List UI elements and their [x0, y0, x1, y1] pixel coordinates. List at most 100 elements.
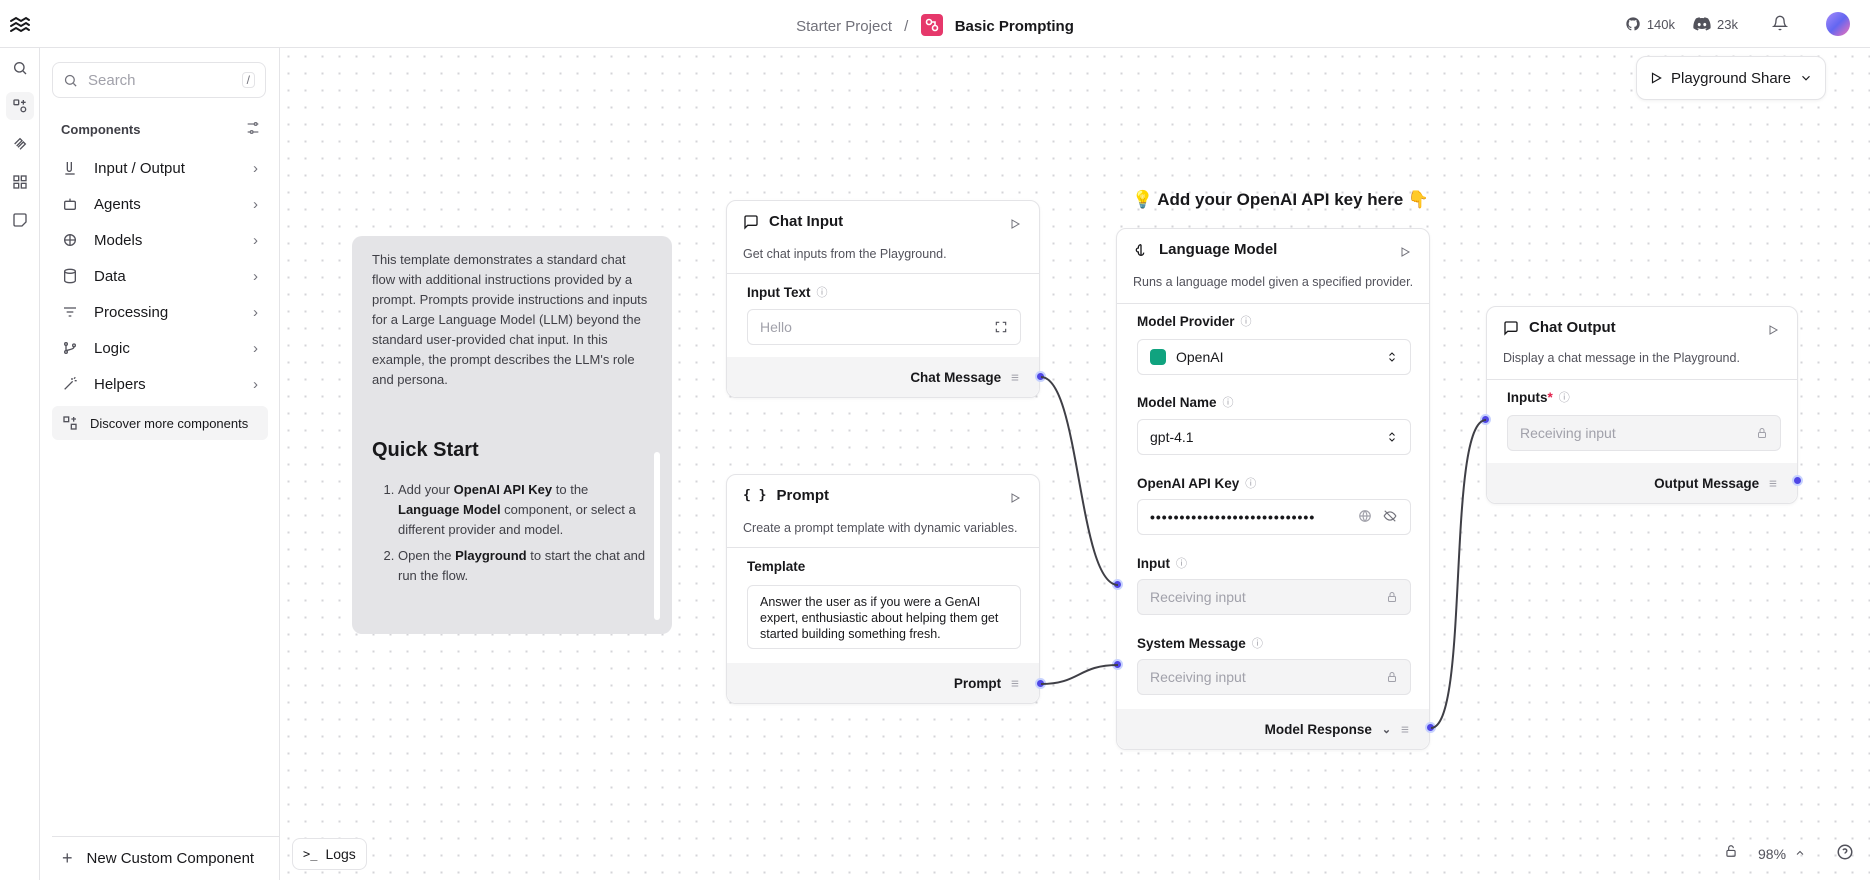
run-node-play-icon[interactable]: [1009, 491, 1021, 509]
discord-count: 23k: [1717, 16, 1738, 32]
output-label: Output Message: [1654, 475, 1760, 491]
node-title: Chat Input: [769, 213, 844, 230]
eye-off-icon[interactable]: [1382, 509, 1398, 526]
category-label: Agents: [94, 195, 141, 213]
header-actions: 140k 23k: [1625, 12, 1850, 36]
inputs-field: Receiving input: [1507, 415, 1781, 451]
lock-icon[interactable]: [1724, 843, 1738, 864]
discover-more-button[interactable]: Discover more components: [52, 406, 268, 440]
lm-input-handle[interactable]: [1112, 579, 1123, 590]
inputs-label: Inputs * ⓘ: [1507, 389, 1570, 405]
model-name-select[interactable]: gpt-4.1: [1137, 419, 1411, 455]
output-label: Chat Message: [910, 369, 1002, 385]
rail-mcp-icon[interactable]: [6, 130, 34, 158]
run-node-play-icon[interactable]: [1767, 323, 1779, 341]
chevron-down-icon[interactable]: ⌄: [1382, 723, 1391, 736]
play-icon: [1651, 72, 1662, 84]
brain-icon: [62, 232, 82, 248]
logs-button[interactable]: >_ Logs: [292, 838, 367, 870]
sticky-note[interactable]: This template demonstrates a standard ch…: [352, 236, 672, 634]
api-key-input[interactable]: ••••••••••••••••••••••••••••: [1137, 499, 1411, 535]
category-models[interactable]: Models ›: [52, 222, 268, 258]
rail-stickers-icon[interactable]: [6, 206, 34, 234]
chevron-right-icon: ›: [253, 339, 258, 357]
breadcrumb-project[interactable]: Starter Project: [796, 18, 892, 35]
api-key-value: ••••••••••••••••••••••••••••: [1150, 509, 1316, 525]
category-logic[interactable]: Logic ›: [52, 330, 268, 366]
prompt-output: Prompt ≡: [727, 663, 1039, 703]
inputs-placeholder: Receiving input: [1520, 425, 1616, 441]
required-mark: *: [1547, 389, 1553, 405]
rail-components-icon[interactable]: [6, 92, 34, 120]
filter-settings-icon[interactable]: [245, 120, 261, 141]
rail-bundles-icon[interactable]: [6, 168, 34, 196]
node-title: Language Model: [1159, 241, 1278, 258]
system-message-label: System Message ⓘ: [1137, 635, 1263, 651]
output-inspect-icon[interactable]: ≡: [1011, 676, 1019, 691]
category-input-output[interactable]: Input / Output ›: [52, 150, 268, 186]
search-shortcut: /: [241, 72, 255, 88]
output-inspect-icon[interactable]: ≡: [1401, 722, 1409, 737]
info-icon: ⓘ: [1558, 392, 1570, 404]
input-text-field[interactable]: Hello: [747, 309, 1021, 345]
category-list: Input / Output › Agents › Models › Data …: [52, 150, 268, 402]
category-data[interactable]: Data ›: [52, 258, 268, 294]
output-label[interactable]: Model Response: [1265, 722, 1372, 737]
model-provider-select[interactable]: OpenAI: [1137, 339, 1411, 375]
prompt-output-handle[interactable]: [1035, 678, 1046, 689]
chat-message-output: Chat Message ≡: [727, 357, 1039, 397]
notifications-bell-icon[interactable]: [1771, 15, 1789, 34]
category-label: Data: [94, 267, 126, 285]
run-node-play-icon[interactable]: [1399, 245, 1411, 263]
output-inspect-icon[interactable]: ≡: [1769, 476, 1777, 491]
category-agents[interactable]: Agents ›: [52, 186, 268, 222]
api-key-label: OpenAI API Key ⓘ: [1137, 475, 1257, 491]
api-key-note[interactable]: 💡 Add your OpenAI API key here 👇: [1132, 190, 1429, 210]
lm-system-message-handle[interactable]: [1112, 659, 1123, 670]
divider: [727, 273, 1039, 274]
chat-output-output-handle[interactable]: [1792, 475, 1803, 486]
flow-name[interactable]: Basic Prompting: [955, 18, 1074, 35]
category-processing[interactable]: Processing ›: [52, 294, 268, 330]
node-description: Display a chat message in the Playground…: [1503, 351, 1740, 365]
globe-icon[interactable]: [1358, 509, 1372, 526]
note-scrollbar[interactable]: [654, 452, 660, 620]
info-icon: ⓘ: [1251, 638, 1263, 650]
template-label: Template: [747, 559, 806, 574]
expand-icon[interactable]: [994, 320, 1008, 334]
info-icon: ⓘ: [1222, 397, 1234, 409]
chat-input-output-handle[interactable]: [1035, 371, 1046, 382]
chevron-right-icon: ›: [253, 267, 258, 285]
search-input[interactable]: Search /: [52, 62, 266, 98]
share-button[interactable]: Share: [1751, 70, 1813, 87]
help-icon[interactable]: [1836, 843, 1854, 866]
components-heading: Components: [61, 122, 141, 137]
chat-output-input-handle[interactable]: [1480, 414, 1491, 425]
github-stars[interactable]: 140k: [1625, 16, 1675, 32]
chat-output-node[interactable]: Chat Output Display a chat message in th…: [1486, 306, 1798, 504]
node-description: Get chat inputs from the Playground.: [743, 247, 947, 261]
discord-members[interactable]: 23k: [1693, 17, 1738, 32]
plus-icon: +: [62, 848, 73, 868]
chat-input-node[interactable]: Chat Input Get chat inputs from the Play…: [726, 200, 1040, 398]
note-intro: This template demonstrates a standard ch…: [372, 252, 648, 387]
template-textarea[interactable]: Answer the user as if you were a GenAI e…: [747, 585, 1021, 649]
top-bar: Starter Project / Basic Prompting 140k 2…: [0, 0, 1870, 48]
output-inspect-icon[interactable]: ≡: [1011, 370, 1019, 385]
playground-label: Playground: [1671, 69, 1747, 87]
output-message-output: Output Message ≡: [1487, 463, 1797, 503]
input-output-icon: [62, 160, 82, 176]
playground-button[interactable]: Playground: [1649, 70, 1747, 87]
run-node-play-icon[interactable]: [1009, 217, 1021, 235]
language-model-node[interactable]: Language Model Runs a language model giv…: [1116, 228, 1430, 750]
category-helpers[interactable]: Helpers ›: [52, 366, 268, 402]
prompt-node[interactable]: { } Prompt Create a prompt template with…: [726, 474, 1040, 704]
model-name-value: gpt-4.1: [1150, 429, 1194, 445]
rail-search-icon[interactable]: [6, 54, 34, 82]
user-avatar[interactable]: [1826, 12, 1850, 36]
category-label: Helpers: [94, 375, 146, 393]
new-custom-component-button[interactable]: + New Custom Component: [52, 836, 280, 880]
lm-output-handle[interactable]: [1425, 722, 1436, 733]
chevron-right-icon: ›: [253, 303, 258, 321]
input-text-placeholder: Hello: [760, 319, 792, 335]
